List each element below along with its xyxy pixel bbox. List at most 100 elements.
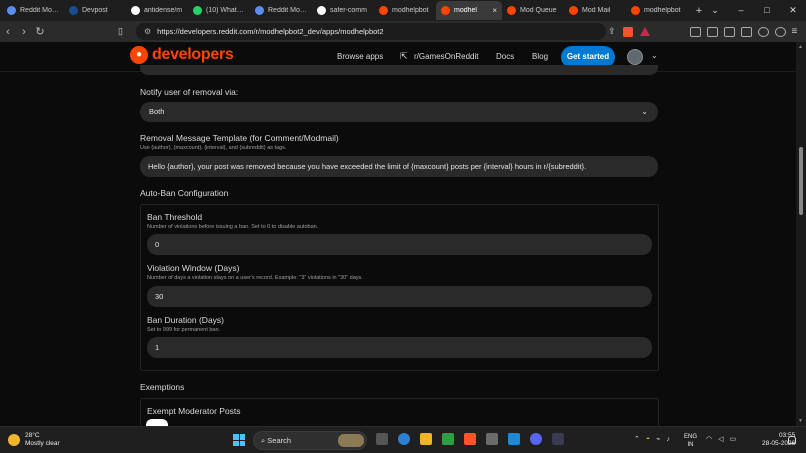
region-code: IN xyxy=(687,442,694,448)
brave-shields-icon[interactable] xyxy=(622,26,633,37)
scroll-down-icon[interactable]: ▼ xyxy=(798,418,803,424)
battery-icon[interactable]: ▭ xyxy=(730,435,737,443)
violation-window-help: Number of days a violation stays on a us… xyxy=(147,275,363,281)
developers-logo[interactable]: ● developers xyxy=(130,46,234,64)
site-info-icon[interactable]: ⚙ xyxy=(144,27,151,36)
forward-icon[interactable]: › xyxy=(16,26,32,38)
browser-tab[interactable]: Mod Mail xyxy=(564,1,626,20)
tab-label: Reddit Mod T xyxy=(268,7,307,14)
wallet-card-icon[interactable] xyxy=(740,26,752,37)
notify-select[interactable]: Both ⌄ xyxy=(140,102,658,122)
previous-field xyxy=(140,65,658,75)
microphone-icon[interactable]: ♪ xyxy=(666,436,670,443)
taskbar-search[interactable]: ⌕ Search xyxy=(253,431,367,450)
system-tray: ◠ ◁ ▭ xyxy=(706,435,736,443)
app-icon[interactable] xyxy=(552,433,564,445)
file-explorer-icon[interactable] xyxy=(420,433,432,445)
chevron-down-icon[interactable]: ⌄ xyxy=(651,51,658,60)
brave-rewards-icon[interactable] xyxy=(639,27,650,36)
close-window-button[interactable]: ✕ xyxy=(780,0,806,21)
tab-label: Devpost xyxy=(82,7,108,14)
violation-window-label: Violation Window (Days) xyxy=(147,263,240,273)
tab-label: Mod Queue xyxy=(520,7,557,14)
address-bar-row: ‹ › ↻ ▯ ⚙ https://developers.reddit.com/… xyxy=(0,21,806,42)
notification-bell-icon[interactable] xyxy=(788,436,796,444)
leo-icon[interactable] xyxy=(757,26,769,37)
weather-widget[interactable]: 28°C Mostly clear xyxy=(8,432,60,448)
toolbar-icons xyxy=(689,26,786,37)
onedrive-icon[interactable]: ◓ xyxy=(646,436,650,443)
wifi-icon[interactable]: ◠ xyxy=(706,435,712,443)
close-tab-icon[interactable]: × xyxy=(492,6,497,15)
favicon-icon xyxy=(631,6,640,15)
nav-browse-apps[interactable]: Browse apps xyxy=(337,52,383,61)
tab-label: (10) WhatsAp xyxy=(206,7,245,14)
extensions-icon[interactable] xyxy=(689,26,701,37)
chevron-up-icon[interactable]: ⌃ xyxy=(634,435,640,443)
autoban-group: Ban Threshold Number of violations befor… xyxy=(140,204,659,371)
chevron-down-icon: ⌄ xyxy=(641,107,648,116)
language-indicator[interactable]: ENG IN xyxy=(684,433,697,449)
ban-duration-label: Ban Duration (Days) xyxy=(147,315,225,325)
browser-tab[interactable]: antidense/m xyxy=(126,1,188,20)
browser-tab[interactable]: (10) WhatsAp xyxy=(188,1,250,20)
favicon-icon xyxy=(255,6,264,15)
violation-window-input[interactable]: 30 xyxy=(147,286,652,307)
avatar[interactable] xyxy=(627,49,643,65)
windows-start-icon[interactable] xyxy=(233,434,245,446)
discord-icon[interactable] xyxy=(530,433,542,445)
page-scrollbar[interactable]: ▲ ▼ xyxy=(796,42,806,426)
scroll-up-icon[interactable]: ▲ xyxy=(798,44,803,50)
external-link-icon: ⇱ xyxy=(400,51,408,61)
lang-code: ENG xyxy=(684,434,698,440)
favicon-icon xyxy=(193,6,202,15)
exempt-mod-toggle[interactable] xyxy=(146,419,168,426)
search-highlight-image xyxy=(338,434,364,447)
vscode-icon[interactable] xyxy=(508,433,520,445)
url-input[interactable]: ⚙ https://developers.reddit.com/r/modhel… xyxy=(136,23,606,40)
browser-tab[interactable]: Devpost xyxy=(64,1,126,20)
reload-icon[interactable]: ↻ xyxy=(32,25,48,38)
nav-blog[interactable]: Blog xyxy=(532,52,548,61)
search-label: Search xyxy=(267,436,292,445)
maximize-button[interactable]: □ xyxy=(754,0,780,21)
favicon-icon xyxy=(69,6,78,15)
copilot-icon[interactable] xyxy=(398,433,410,445)
ban-threshold-input[interactable]: 0 xyxy=(147,234,652,255)
browser-tab[interactable]: Reddit Mod T xyxy=(2,1,64,20)
exemptions-group: Exempt Moderator Posts xyxy=(140,398,659,426)
weather-icon xyxy=(8,434,20,446)
notepad-icon[interactable] xyxy=(486,433,498,445)
bluetooth-icon[interactable]: ⌁ xyxy=(656,435,660,443)
nav-subreddit-link[interactable]: r/GamesOnReddit xyxy=(414,52,478,61)
volume-icon[interactable]: ◁ xyxy=(718,435,723,443)
browser-tab[interactable]: modhel × xyxy=(436,1,502,20)
browser-tab[interactable]: Mod Queue xyxy=(502,1,564,20)
browser-tab[interactable]: modhelpbot xyxy=(374,1,436,20)
back-icon[interactable]: ‹ xyxy=(0,26,16,38)
task-view-icon[interactable] xyxy=(376,433,388,445)
store-icon[interactable] xyxy=(442,433,454,445)
share-icon[interactable]: ⇪ xyxy=(608,26,616,37)
favicon-icon xyxy=(379,6,388,15)
ban-duration-input[interactable]: 1 xyxy=(147,337,652,358)
browser-tab-strip: Reddit Mod T Devpost antidense/m (10) Whats… xyxy=(0,0,806,21)
tab-label: modhelpbot xyxy=(644,7,681,14)
browser-tab[interactable]: Reddit Mod T xyxy=(250,1,312,20)
vpn-icon[interactable] xyxy=(774,26,786,37)
browser-tab[interactable]: safer-comm xyxy=(312,1,374,20)
brave-taskbar-icon[interactable] xyxy=(464,433,476,445)
nav-docs[interactable]: Docs xyxy=(496,52,514,61)
minimize-button[interactable]: – xyxy=(728,0,754,21)
scrollbar-thumb[interactable] xyxy=(799,147,803,215)
menu-icon[interactable]: ≡ xyxy=(792,26,798,37)
sidebar-icon[interactable] xyxy=(723,26,735,37)
tab-search-button[interactable]: ⌄ xyxy=(702,0,728,21)
wallet-icon[interactable] xyxy=(706,26,718,37)
exemptions-section-title: Exemptions xyxy=(140,382,185,392)
ban-threshold-label: Ban Threshold xyxy=(147,212,203,222)
bookmark-icon[interactable]: ▯ xyxy=(118,26,130,37)
notify-label: Notify user of removal via: xyxy=(140,87,239,97)
browser-tab[interactable]: modhelpbot xyxy=(626,1,688,20)
template-input[interactable]: Hello {author}, your post was removed be… xyxy=(140,156,658,177)
